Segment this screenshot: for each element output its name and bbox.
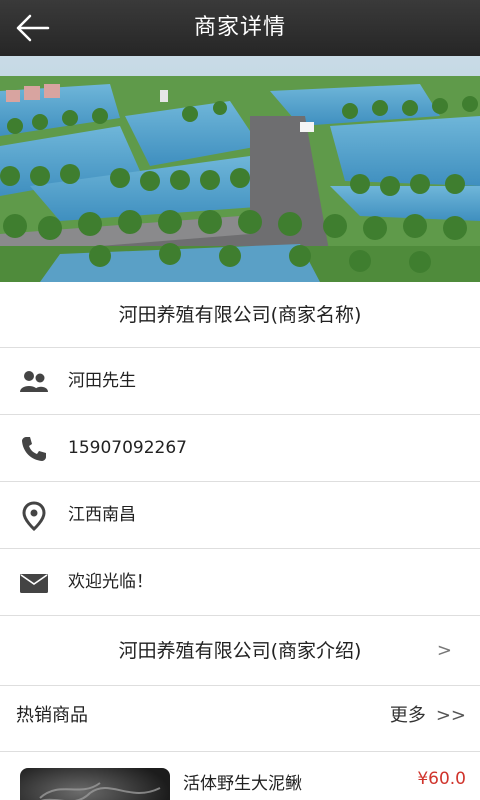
merchant-name: 河田养殖有限公司(商家名称) [118, 304, 362, 326]
location-pin-icon [22, 501, 46, 532]
phone-row[interactable]: 15907092267 [0, 415, 480, 482]
product-thumbnail [20, 768, 170, 800]
people-icon [20, 371, 48, 392]
phone-icon [22, 437, 46, 461]
contact-name: 河田先生 [68, 371, 136, 391]
merchant-intro-label: 河田养殖有限公司(商家介绍) [118, 640, 362, 662]
envelope-icon [20, 574, 48, 593]
merchant-intro-link[interactable]: 河田养殖有限公司(商家介绍) > [0, 616, 480, 686]
hot-products-header: 热销商品 更多 >> [0, 686, 480, 752]
product-name: 活体野生大泥鳅 [183, 774, 302, 794]
product-price: ¥60.0 [417, 769, 466, 789]
merchant-banner-image [0, 56, 480, 282]
merchant-name-row: 河田养殖有限公司(商家名称) [0, 282, 480, 348]
double-chevron-right-icon: >> [435, 705, 466, 726]
location-row: 江西南昌 [0, 482, 480, 549]
product-item[interactable]: 活体野生大泥鳅 ¥60.0 [0, 752, 480, 800]
more-label: 更多 [389, 705, 426, 726]
location-text: 江西南昌 [68, 505, 136, 525]
hot-products-title: 热销商品 [16, 705, 88, 726]
chevron-right-icon: > [436, 640, 452, 661]
top-bar: 商家详情 [0, 0, 480, 56]
welcome-row: 欢迎光临！ [0, 549, 480, 616]
more-button[interactable]: 更多 >> [390, 686, 466, 746]
welcome-text: 欢迎光临！ [68, 572, 153, 592]
page-title: 商家详情 [193, 15, 286, 40]
phone-number: 15907092267 [68, 438, 187, 458]
contact-row: 河田先生 [0, 348, 480, 415]
